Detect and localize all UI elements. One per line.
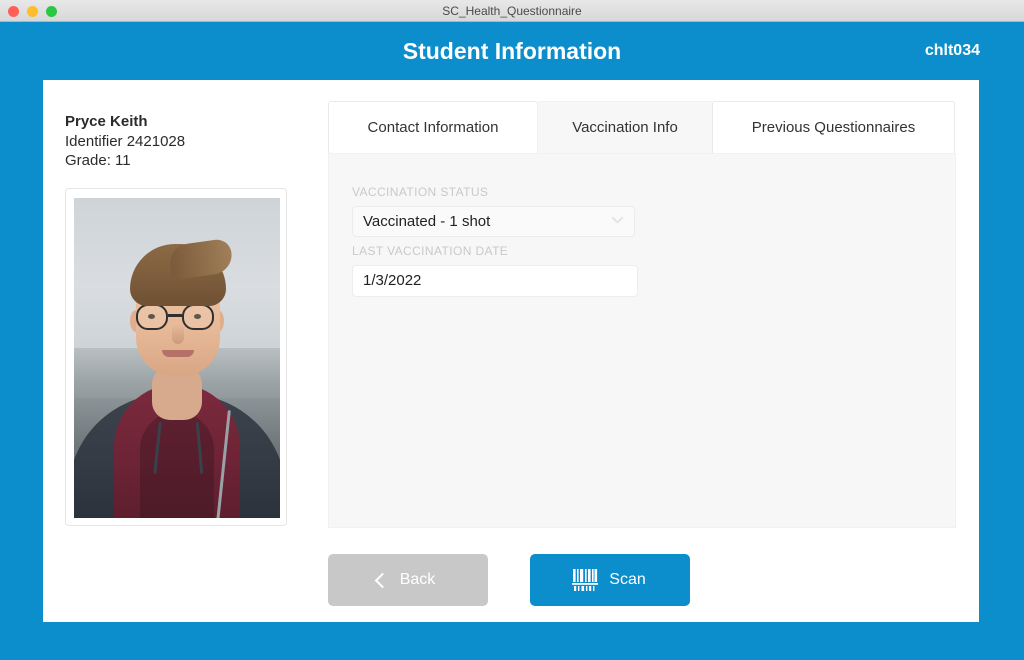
vaccination-status-select[interactable]: Vaccinated - 1 shot	[352, 206, 635, 237]
window-title: SC_Health_Questionnaire	[442, 4, 582, 18]
student-identifier: Identifier 2421028	[65, 133, 186, 150]
vaccination-status-label: VACCINATION STATUS	[352, 185, 489, 199]
student-photo	[74, 198, 280, 518]
app-header: Student Information chlt034	[0, 22, 1024, 80]
barcode-icon	[572, 569, 599, 591]
last-vaccination-date-input[interactable]: 1/3/2022	[352, 265, 638, 297]
tab-bar: Contact Information Vaccination Info Pre…	[328, 101, 956, 153]
scan-button-label: Scan	[609, 571, 646, 588]
back-button[interactable]: Back	[328, 554, 488, 606]
last-vaccination-date-label: LAST VACCINATION DATE	[352, 244, 509, 258]
page-title: Student Information	[402, 38, 622, 64]
chevron-left-icon	[374, 572, 390, 588]
content-card: Pryce Keith Identifier 2421028 Grade: 11	[43, 80, 979, 622]
last-vaccination-date-value: 1/3/2022	[363, 272, 422, 289]
scan-button[interactable]: Scan	[530, 554, 690, 606]
app-window: SC_Health_Questionnaire Student Informat…	[0, 0, 1024, 660]
student-summary: Pryce Keith Identifier 2421028 Grade: 11	[65, 112, 315, 170]
tab-vaccination-info[interactable]: Vaccination Info	[537, 101, 713, 153]
vaccination-status-value: Vaccinated - 1 shot	[363, 213, 491, 230]
student-name: Pryce Keith	[65, 113, 148, 130]
back-button-label: Back	[399, 571, 436, 588]
tab-contact-information[interactable]: Contact Information	[328, 101, 538, 153]
tab-previous-questionnaires[interactable]: Previous Questionnaires	[712, 101, 955, 153]
chevron-down-icon	[612, 218, 623, 229]
student-grade: Grade: 11	[65, 152, 131, 169]
student-photo-card	[65, 188, 287, 526]
window-titlebar: SC_Health_Questionnaire	[0, 0, 1024, 22]
session-code: chlt034	[924, 42, 980, 59]
vaccination-info-panel: VACCINATION STATUS Vaccinated - 1 shot L…	[328, 153, 956, 528]
